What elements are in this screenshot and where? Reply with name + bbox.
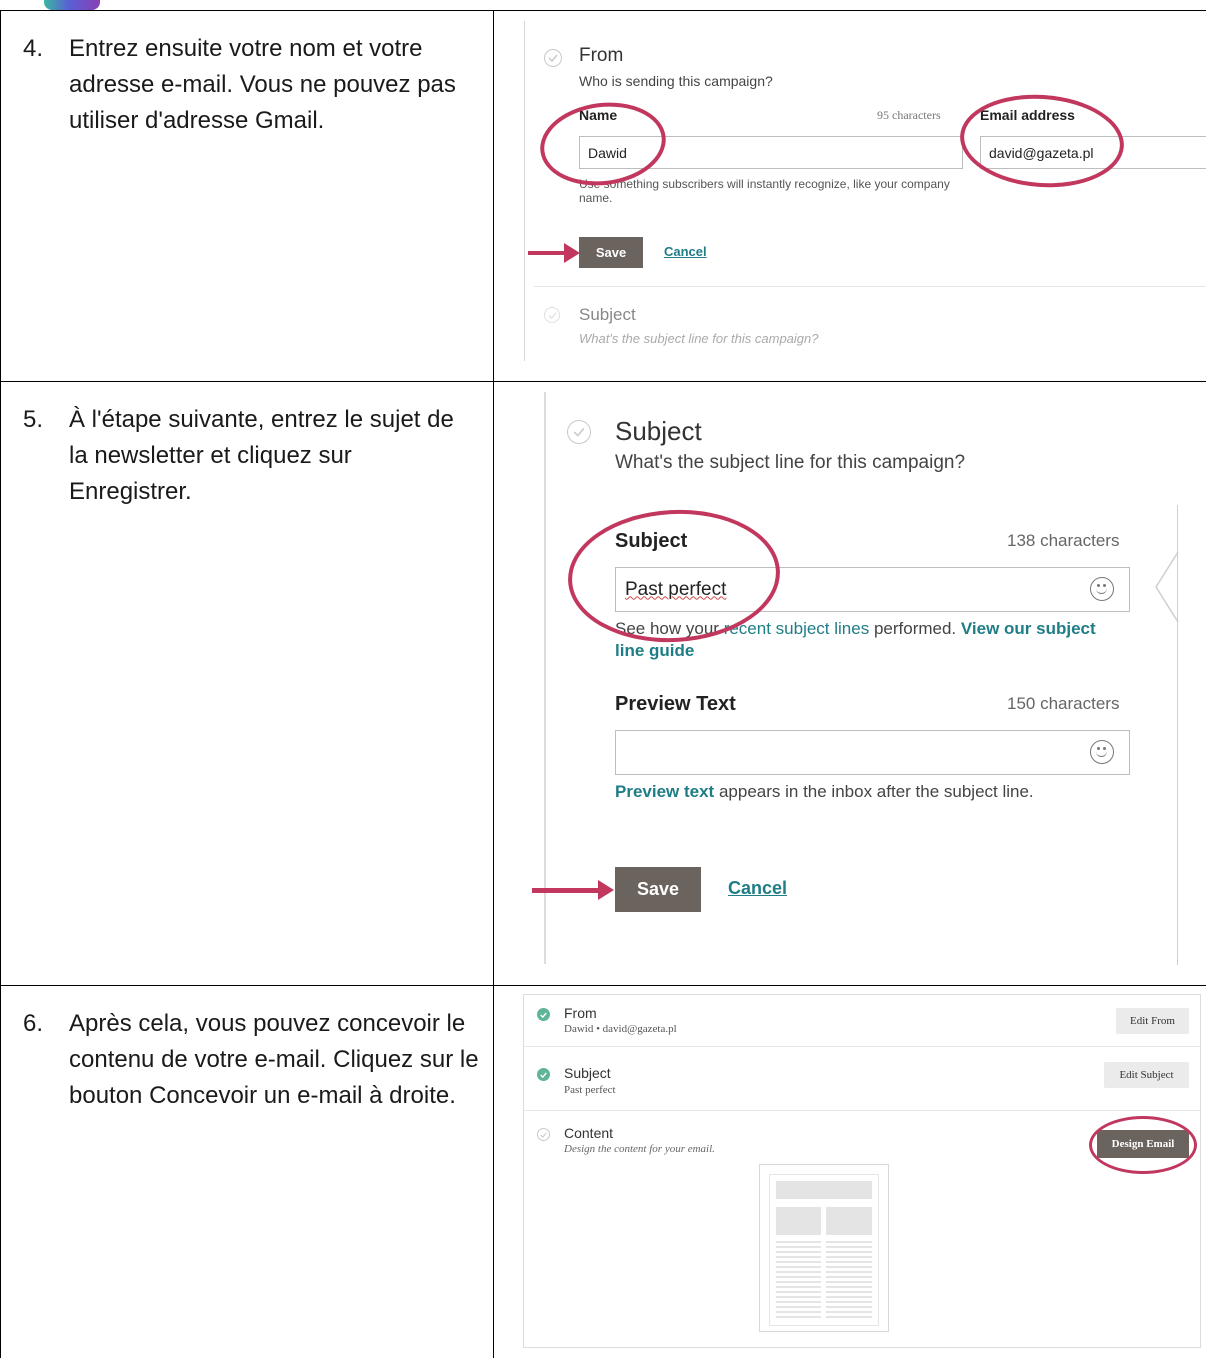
cancel-link[interactable]: Cancel xyxy=(664,244,707,259)
from-detail: Dawid • david@gazeta.pl xyxy=(564,1023,677,1035)
annotation-arrow xyxy=(532,880,614,900)
campaign-summary-panel: From Dawid • david@gazeta.pl Edit From S… xyxy=(495,987,1206,1358)
preview-text-field[interactable] xyxy=(615,730,1130,775)
name-field[interactable]: Dawid xyxy=(579,136,963,169)
instruction-table: 4. Entrez ensuite votre nom et votre adr… xyxy=(0,10,1206,1358)
section-subtitle: Who is sending this campaign? xyxy=(579,73,773,89)
subject-form-panel: Subject What's the subject line for this… xyxy=(495,383,1206,985)
subject-field[interactable]: Past perfect xyxy=(615,567,1130,612)
email-value: david@gazeta.pl xyxy=(989,144,1094,161)
table-row: 4. Entrez ensuite votre nom et votre adr… xyxy=(0,10,1206,382)
section-title: From xyxy=(579,45,624,66)
logo-fragment xyxy=(44,0,100,10)
instruction-cell: 5. À l'étape suivante, entrez le sujet d… xyxy=(0,381,494,986)
design-email-button[interactable]: Design Email xyxy=(1097,1130,1189,1158)
panel-divider xyxy=(524,21,525,361)
emoji-icon[interactable] xyxy=(1090,577,1114,601)
name-counter: 95 characters xyxy=(877,108,941,122)
email-template-thumbnail xyxy=(759,1164,889,1332)
help-prefix: See how your xyxy=(615,619,724,638)
email-label: Email address xyxy=(980,107,1075,123)
preview-counter: 150 characters xyxy=(1007,694,1120,713)
emoji-icon[interactable] xyxy=(1090,740,1114,764)
subject-detail: Past perfect xyxy=(564,1084,616,1096)
save-button[interactable]: Save xyxy=(615,867,701,912)
section-subtitle: What's the subject line for this campaig… xyxy=(615,452,966,473)
help-text: Use something subscribers will instantly… xyxy=(579,177,950,205)
instruction-item: 5. À l'étape suivante, entrez le sujet d… xyxy=(23,402,479,510)
name-value: Dawid xyxy=(588,144,627,161)
step-text: Après cela, vous pouvez concevoir le con… xyxy=(69,1010,479,1109)
step-number: 6. xyxy=(23,1010,44,1037)
section-divider xyxy=(534,286,1206,287)
next-section-title: Subject xyxy=(579,305,636,324)
instruction-item: 4. Entrez ensuite votre nom et votre adr… xyxy=(23,31,479,139)
subject-value: Past perfect xyxy=(625,578,727,600)
subject-title: Subject xyxy=(564,1065,611,1081)
row-divider xyxy=(524,1110,1200,1111)
instruction-item: 6. Après cela, vous pouvez concevoir le … xyxy=(23,1006,479,1114)
from-title: From xyxy=(564,1005,597,1021)
screenshot-cell: Subject What's the subject line for this… xyxy=(493,381,1206,986)
check-complete-icon xyxy=(537,1068,550,1081)
edit-from-button[interactable]: Edit From xyxy=(1116,1008,1189,1034)
table-row: 6. Après cela, vous pouvez concevoir le … xyxy=(0,985,1206,1358)
preview-label: Preview Text xyxy=(615,693,736,715)
subject-help-text: See how your recent subject lines perfor… xyxy=(615,618,1135,662)
name-label: Name xyxy=(579,107,618,123)
subject-guide-link-cont[interactable]: line guide xyxy=(615,641,694,660)
subject-counter: 138 characters xyxy=(1007,531,1120,550)
screenshot-cell: From Dawid • david@gazeta.pl Edit From S… xyxy=(493,985,1206,1358)
cancel-link[interactable]: Cancel xyxy=(728,878,787,899)
annotation-arrow xyxy=(528,243,580,263)
check-complete-icon xyxy=(537,1008,550,1021)
step-number: 4. xyxy=(23,35,44,62)
save-button[interactable]: Save xyxy=(579,237,643,268)
next-section-subtitle: What's the subject line for this campaig… xyxy=(579,331,819,346)
panel-divider xyxy=(544,392,546,964)
table-row: 5. À l'étape suivante, entrez le sujet d… xyxy=(0,381,1206,986)
content-title: Content xyxy=(564,1125,614,1141)
step-text: Entrez ensuite votre nom et votre adress… xyxy=(69,35,456,134)
section-title: Subject xyxy=(615,416,702,446)
subject-guide-link[interactable]: View our subject xyxy=(961,619,1096,638)
popover-pointer xyxy=(1155,552,1179,622)
help-middle: performed. xyxy=(869,619,961,638)
step-number: 5. xyxy=(23,406,44,433)
content-detail: Design the content for your email. xyxy=(564,1143,715,1155)
preview-help-text: Preview text appears in the inbox after … xyxy=(615,782,1034,802)
check-icon xyxy=(567,420,591,444)
check-icon xyxy=(537,1128,550,1141)
edit-subject-button[interactable]: Edit Subject xyxy=(1104,1062,1189,1088)
screenshot-cell: From Who is sending this campaign? Name … xyxy=(493,10,1206,382)
recent-subject-lines-link[interactable]: recent subject lines xyxy=(724,619,870,638)
instruction-cell: 4. Entrez ensuite votre nom et votre adr… xyxy=(0,10,494,382)
row-divider xyxy=(524,1046,1200,1047)
preview-help-rest: appears in the inbox after the subject l… xyxy=(714,782,1034,801)
from-form-panel: From Who is sending this campaign? Name … xyxy=(495,12,1206,381)
step-text: À l'étape suivante, entrez le sujet de l… xyxy=(69,406,454,505)
instruction-cell: 6. Après cela, vous pouvez concevoir le … xyxy=(0,985,494,1358)
subject-label: Subject xyxy=(615,530,688,552)
preview-text-link[interactable]: Preview text xyxy=(615,782,714,801)
email-field[interactable]: david@gazeta.pl xyxy=(980,136,1206,169)
check-icon xyxy=(544,307,560,323)
check-icon xyxy=(544,49,562,67)
